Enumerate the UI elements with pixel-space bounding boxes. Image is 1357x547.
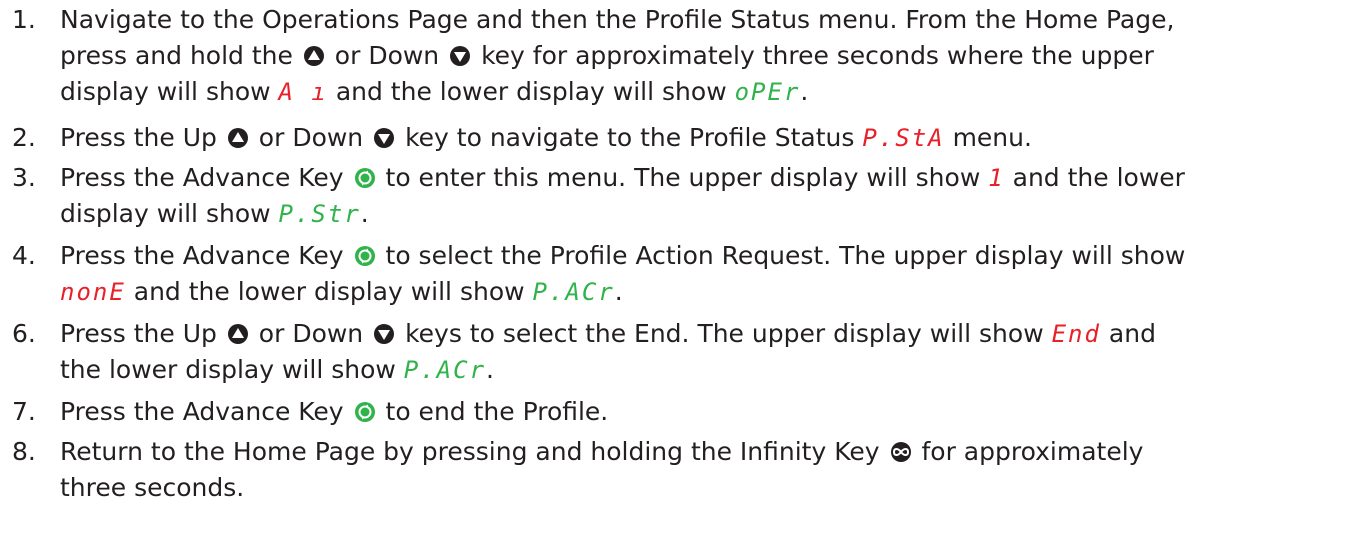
up-arrow-key-icon [227, 128, 248, 148]
step-number: 8. [12, 437, 36, 466]
step-number: 4. [12, 241, 36, 270]
step-text: display will show A ı and the lower disp… [60, 77, 809, 106]
advance-key-icon [354, 246, 375, 266]
down-arrow-key-icon [374, 324, 395, 344]
upper-display-readout: A ı [278, 78, 328, 106]
advance-key-icon [354, 168, 375, 188]
step-text: the lower display will show P.ACr. [60, 355, 494, 384]
step-number: 6. [12, 319, 36, 348]
upper-display-readout: P.StA [862, 124, 945, 152]
step-text: Press the Advance Key to select the Prof… [60, 241, 1186, 270]
lower-display-readout: P.ACr [532, 278, 615, 306]
step-text: three seconds. [60, 473, 245, 502]
step-text: nonE and the lower display will show P.A… [60, 277, 623, 306]
up-arrow-key-icon [227, 324, 248, 344]
down-arrow-key-icon [374, 128, 395, 148]
step-number: 1. [12, 5, 36, 34]
step-text: Press the Advance Key to end the Profile… [60, 397, 609, 426]
upper-display-readout: End [1051, 320, 1101, 348]
lower-display-readout: oPEr [734, 78, 801, 106]
lower-display-readout: P.ACr [403, 356, 487, 384]
step-text: Press the Advance Key to enter this menu… [60, 163, 1185, 192]
instruction-list: 1. Navigate to the Operations Page and t… [0, 0, 1357, 547]
step-text: Navigate to the Operations Page and then… [60, 5, 1175, 34]
upper-display-readout: 1 [988, 164, 1005, 192]
step-text: Return to the Home Page by pressing and … [60, 437, 1144, 466]
step-text: press and hold the or Down key for appro… [60, 41, 1154, 70]
step-text: display will show P.Str. [60, 199, 369, 228]
step-text: Press the Up or Down key to navigate to … [60, 123, 1032, 152]
advance-key-icon [354, 402, 375, 422]
step-number: 2. [12, 123, 36, 152]
step-number: 3. [12, 163, 36, 192]
upper-display-readout: nonE [60, 278, 126, 306]
lower-display-readout: P.Str [278, 200, 361, 228]
up-arrow-key-icon [303, 46, 324, 66]
step-text: Press the Up or Down keys to select the … [60, 319, 1156, 348]
down-arrow-key-icon [450, 46, 471, 66]
step-number: 7. [12, 397, 36, 426]
infinity-key-icon [890, 442, 911, 462]
